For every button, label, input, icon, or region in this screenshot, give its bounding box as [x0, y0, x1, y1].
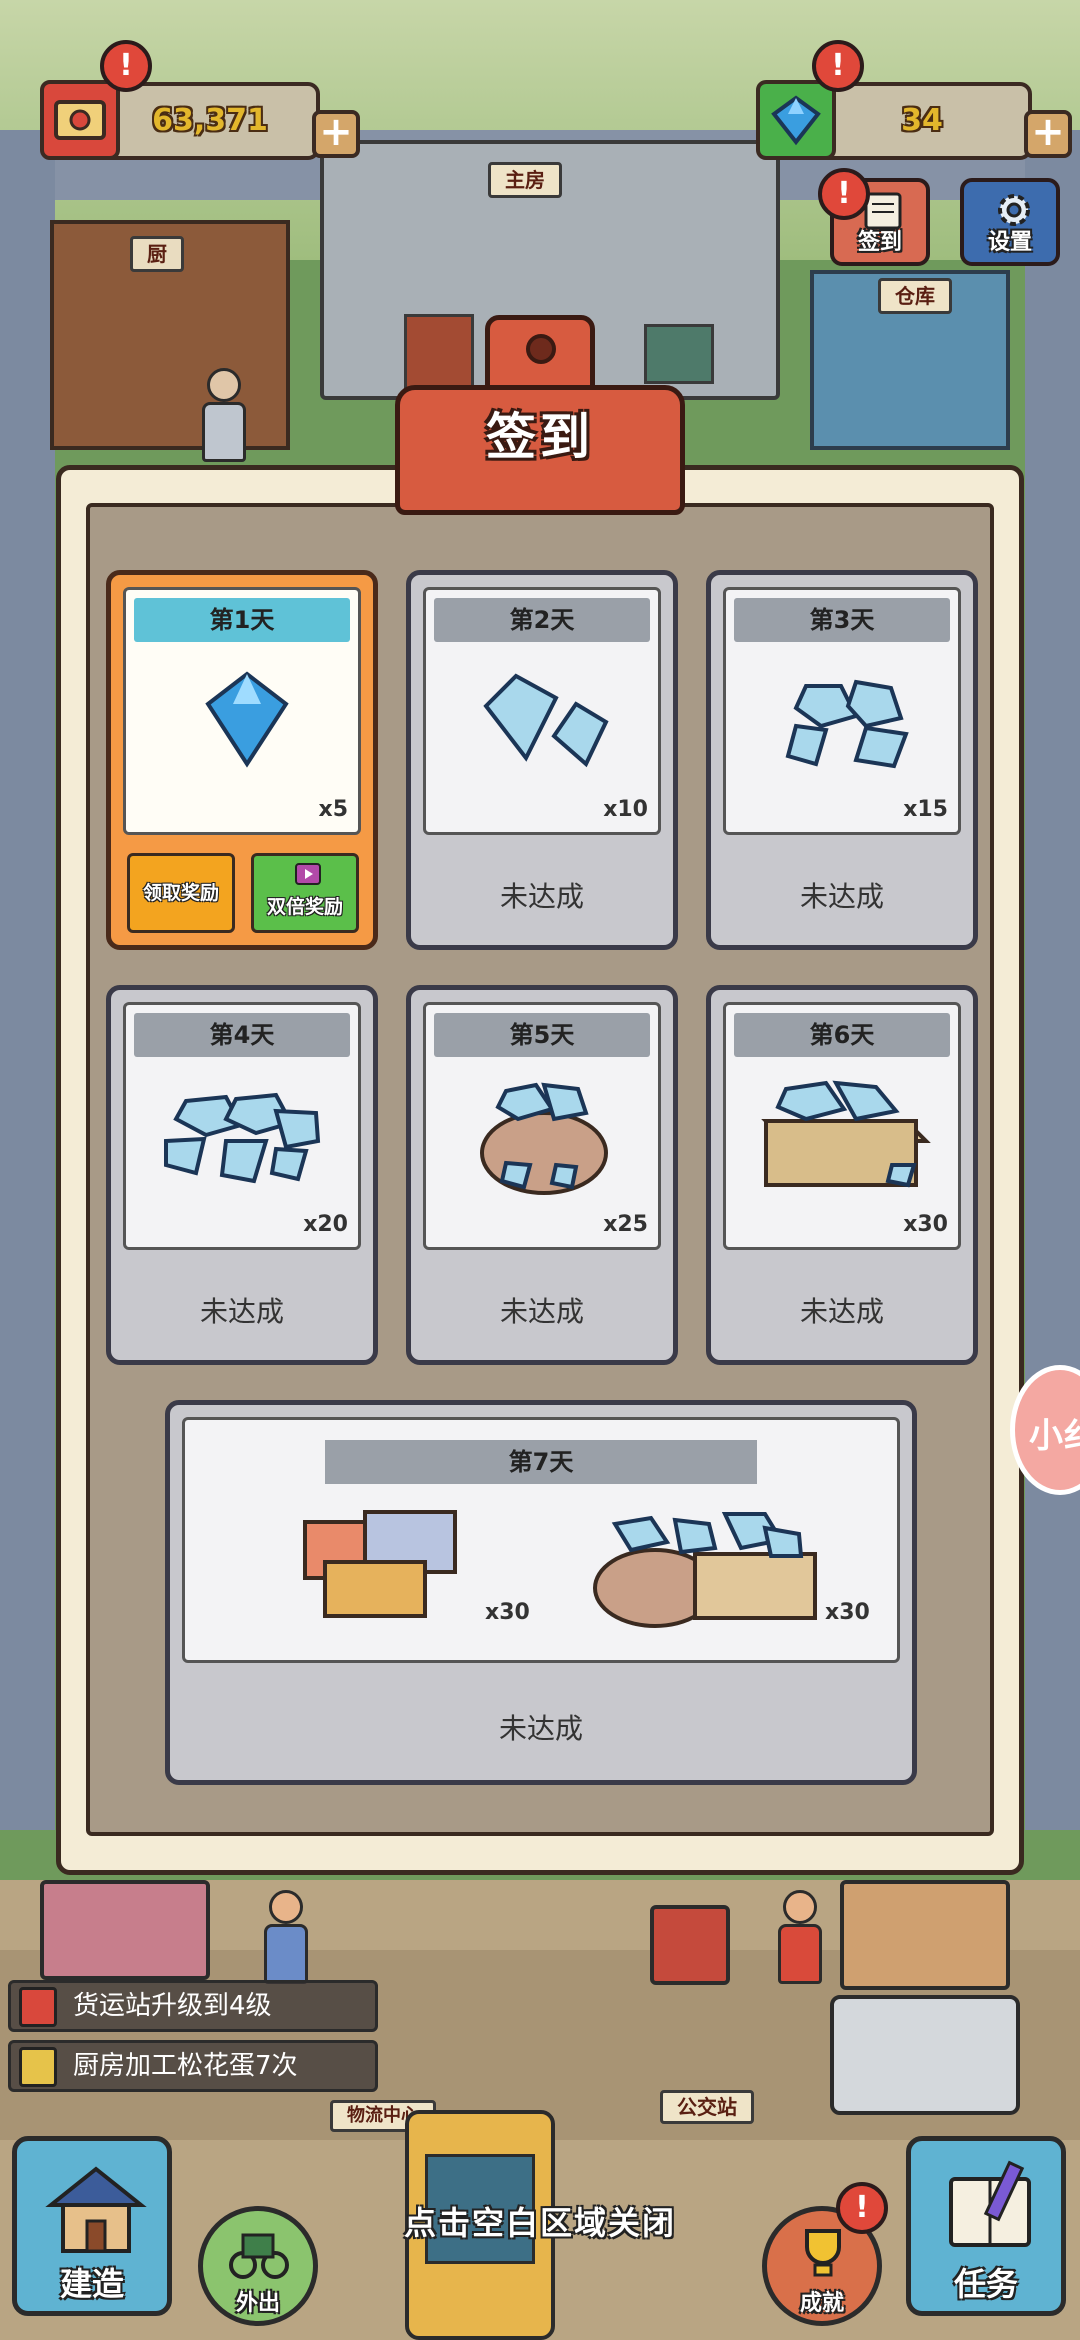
outing-label: 外出: [235, 2291, 280, 2316]
day-label: 第5天: [434, 1013, 650, 1057]
settings-button[interactable]: 设置: [960, 178, 1060, 266]
task-book-icon: [19, 1987, 57, 2027]
warehouse-sign: 仓库: [878, 278, 952, 314]
bus-stop-sign: 公交站: [660, 2090, 754, 2124]
grandpa-npc[interactable]: [202, 368, 246, 464]
reward-qty: x5: [318, 797, 349, 822]
reward-qty: x10: [603, 797, 648, 822]
gem-icon: [756, 80, 836, 160]
add-gems-button[interactable]: +: [1024, 110, 1072, 158]
shop-stall[interactable]: [40, 1880, 210, 1980]
day-label: 第1天: [134, 598, 350, 642]
task-text: 厨房加工松花蛋7次: [73, 2051, 298, 2081]
day-card-4[interactable]: 第4天 x20 未达成: [106, 985, 378, 1365]
coins-alert-badge: !: [100, 40, 152, 92]
gem-pile-large-icon: [126, 1061, 358, 1207]
not-achieved-status: 未达成: [499, 880, 584, 913]
gem-sack-crate-icon: [585, 1484, 825, 1644]
reward-qty: x25: [603, 1212, 648, 1237]
gems-alert-badge: !: [812, 40, 864, 92]
day-card-3[interactable]: 第3天 x15 未达成: [706, 570, 978, 950]
modal-title: 签到: [486, 408, 594, 466]
double-reward-label: 双倍奖励: [266, 896, 343, 918]
achievement-label: 成就: [799, 2291, 844, 2316]
coin-counter: 63,371: [100, 82, 320, 160]
building-materials-icon: [285, 1492, 485, 1642]
day-card-2[interactable]: 第2天 x10 未达成: [406, 570, 678, 950]
coin-value: 63,371: [152, 103, 268, 138]
close-hint[interactable]: 点击空白区域关闭: [0, 2198, 1080, 2244]
kitchen-sign: 厨: [130, 236, 184, 272]
day-label: 第2天: [434, 598, 650, 642]
double-reward-button[interactable]: 双倍奖励: [251, 853, 359, 933]
task-recipe-icon: [19, 2047, 57, 2087]
not-achieved-status: 未达成: [199, 1295, 284, 1328]
not-achieved-status: 未达成: [499, 1295, 584, 1328]
checkin-label: 签到: [857, 230, 902, 255]
day-label: 第3天: [734, 598, 950, 642]
delivery-truck[interactable]: [830, 1995, 1020, 2115]
build-label: 建造: [59, 2265, 124, 2303]
gem-single-icon: [126, 646, 358, 792]
gem-value: 34: [901, 103, 943, 138]
day-card-6[interactable]: 第6天 x30 未达成: [706, 985, 978, 1365]
day-label: 第6天: [734, 1013, 950, 1057]
task-item[interactable]: 货运站升级到4级: [8, 1980, 378, 2032]
courtyard-wall-left: [0, 130, 55, 1830]
day-label: 第7天: [325, 1440, 757, 1484]
reward1-qty: x30: [485, 1600, 530, 1625]
day-label: 第4天: [134, 1013, 350, 1057]
settings-label: 设置: [987, 230, 1032, 255]
shopkeeper-npc[interactable]: [778, 1890, 822, 1986]
cart[interactable]: [650, 1905, 730, 1985]
checkin-title-board: 签到: [395, 315, 685, 515]
day-card-5[interactable]: 第5天 x25 未达成: [406, 985, 678, 1365]
fruit-stall[interactable]: [840, 1880, 1010, 1990]
reward-qty: x15: [903, 797, 948, 822]
gem-pile-icon: [726, 646, 958, 792]
not-achieved-status: 未达成: [799, 880, 884, 913]
coin-book-icon: [40, 80, 120, 160]
day-card-7[interactable]: 第7天 x30 x30 未达成: [165, 1400, 917, 1785]
task-text: 货运站升级到4级: [73, 1991, 272, 2021]
reward2-qty: x30: [825, 1600, 870, 1625]
side-float-label: 小纟: [1029, 1416, 1080, 1456]
courtyard-wall-right: [1025, 130, 1080, 1830]
missions-label: 任务: [953, 2265, 1018, 2303]
reward-qty: x20: [303, 1212, 348, 1237]
add-coins-button[interactable]: +: [312, 110, 360, 158]
gem-sack-icon: [426, 1061, 658, 1207]
villager-npc[interactable]: [264, 1890, 308, 1986]
checkin-alert-badge: !: [818, 168, 870, 220]
main-house-sign: 主房: [488, 162, 562, 198]
gem-counter: 34: [812, 82, 1032, 160]
gem-pair-icon: [426, 646, 658, 792]
not-achieved-status: 未达成: [498, 1712, 583, 1745]
day-card-1[interactable]: 第1天 x5 领取奖励 双倍奖励: [106, 570, 378, 950]
reward-qty: x30: [903, 1212, 948, 1237]
claim-reward-button[interactable]: 领取奖励: [127, 853, 235, 933]
video-play-icon: [295, 863, 321, 885]
task-item[interactable]: 厨房加工松花蛋7次: [8, 2040, 378, 2092]
not-achieved-status: 未达成: [799, 1295, 884, 1328]
gem-crate-icon: [726, 1061, 958, 1207]
